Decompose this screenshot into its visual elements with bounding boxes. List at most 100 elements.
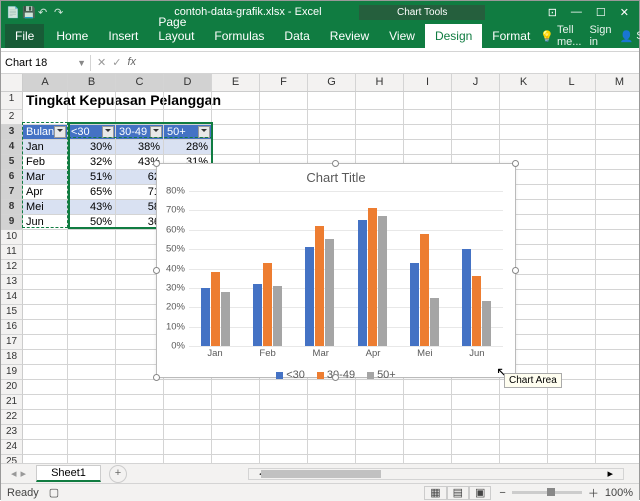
cell[interactable] (23, 425, 68, 440)
cell[interactable] (68, 92, 116, 110)
cell[interactable] (596, 425, 639, 440)
cell[interactable] (548, 260, 596, 275)
cell[interactable] (548, 320, 596, 335)
bar[interactable] (211, 272, 220, 346)
cell[interactable] (596, 335, 639, 350)
cell[interactable] (308, 455, 356, 463)
cell[interactable] (596, 230, 639, 245)
bar[interactable] (221, 292, 230, 346)
cell[interactable] (548, 395, 596, 410)
cell[interactable] (356, 410, 404, 425)
view-pagelayout[interactable]: ▤ (447, 486, 469, 500)
cell[interactable] (548, 92, 596, 110)
col-header[interactable]: M (596, 74, 639, 91)
qat[interactable]: 📄💾↶↷ (6, 6, 70, 19)
cell[interactable] (548, 455, 596, 463)
cell[interactable] (260, 380, 308, 395)
cell[interactable] (23, 305, 68, 320)
cell[interactable] (23, 350, 68, 365)
row-header[interactable]: 7 (1, 185, 23, 200)
name-box[interactable]: Chart 18▼ (1, 55, 91, 71)
cell[interactable] (596, 140, 639, 155)
cell[interactable]: Feb (23, 155, 68, 170)
cell[interactable] (308, 395, 356, 410)
bar[interactable] (325, 239, 334, 346)
bar[interactable] (315, 226, 324, 346)
cell[interactable] (548, 305, 596, 320)
cell[interactable] (452, 440, 500, 455)
cell[interactable] (548, 230, 596, 245)
cell[interactable] (308, 125, 356, 140)
cell[interactable] (164, 425, 212, 440)
cell[interactable] (260, 92, 308, 110)
cell[interactable] (404, 425, 452, 440)
cell[interactable] (68, 455, 116, 463)
cell[interactable] (596, 365, 639, 380)
cell[interactable] (548, 275, 596, 290)
cell[interactable] (500, 140, 548, 155)
cell[interactable] (164, 440, 212, 455)
cell[interactable] (500, 410, 548, 425)
cell[interactable] (212, 425, 260, 440)
cell[interactable] (452, 410, 500, 425)
cell[interactable] (23, 245, 68, 260)
cell[interactable] (68, 350, 116, 365)
cell[interactable] (116, 455, 164, 463)
cell[interactable] (596, 455, 639, 463)
row-header[interactable]: 24 (1, 440, 23, 455)
col-header[interactable]: L (548, 74, 596, 91)
row-header[interactable]: 14 (1, 290, 23, 305)
cell[interactable] (356, 380, 404, 395)
cell[interactable] (596, 200, 639, 215)
horizontal-scrollbar[interactable]: ◂▸ (248, 468, 624, 480)
cell[interactable] (596, 380, 639, 395)
cell[interactable] (452, 140, 500, 155)
cell[interactable] (68, 290, 116, 305)
cell[interactable] (116, 425, 164, 440)
filter-icon[interactable] (198, 126, 210, 138)
cell[interactable] (596, 185, 639, 200)
cell[interactable]: 65% (68, 185, 116, 200)
macro-icon[interactable]: ▢ (49, 486, 59, 499)
cell[interactable] (452, 425, 500, 440)
cell[interactable] (356, 425, 404, 440)
bar[interactable] (305, 247, 314, 346)
cell[interactable]: Bulan (23, 125, 68, 140)
cell[interactable] (308, 92, 356, 110)
row-header[interactable]: 6 (1, 170, 23, 185)
cell[interactable] (68, 245, 116, 260)
row-header[interactable]: 12 (1, 260, 23, 275)
cell[interactable] (452, 92, 500, 110)
cell[interactable] (68, 305, 116, 320)
cell[interactable] (596, 305, 639, 320)
cell[interactable] (356, 92, 404, 110)
cell[interactable] (596, 92, 639, 110)
row-header[interactable]: 8 (1, 200, 23, 215)
cell[interactable] (68, 260, 116, 275)
cell[interactable] (404, 110, 452, 125)
enter-icon[interactable]: ✓ (112, 56, 121, 69)
cell[interactable] (356, 140, 404, 155)
cell[interactable] (68, 230, 116, 245)
cell[interactable] (116, 410, 164, 425)
bar[interactable] (273, 286, 282, 346)
cell[interactable] (23, 260, 68, 275)
cell[interactable]: 43% (68, 200, 116, 215)
legend-item[interactable]: <30 (276, 369, 305, 381)
cell[interactable] (212, 455, 260, 463)
cell[interactable] (260, 125, 308, 140)
cell[interactable] (548, 245, 596, 260)
col-header[interactable]: B (68, 74, 116, 91)
row-header[interactable]: 13 (1, 275, 23, 290)
col-header[interactable]: I (404, 74, 452, 91)
fx-icon[interactable]: fx (127, 56, 136, 69)
cell[interactable] (404, 140, 452, 155)
cell[interactable] (23, 290, 68, 305)
row-header[interactable]: 9 (1, 215, 23, 230)
cell[interactable] (23, 410, 68, 425)
row-header[interactable]: 5 (1, 155, 23, 170)
cell[interactable] (596, 410, 639, 425)
cell[interactable] (23, 440, 68, 455)
cell[interactable] (212, 410, 260, 425)
share[interactable]: 👤 Share (620, 30, 640, 43)
